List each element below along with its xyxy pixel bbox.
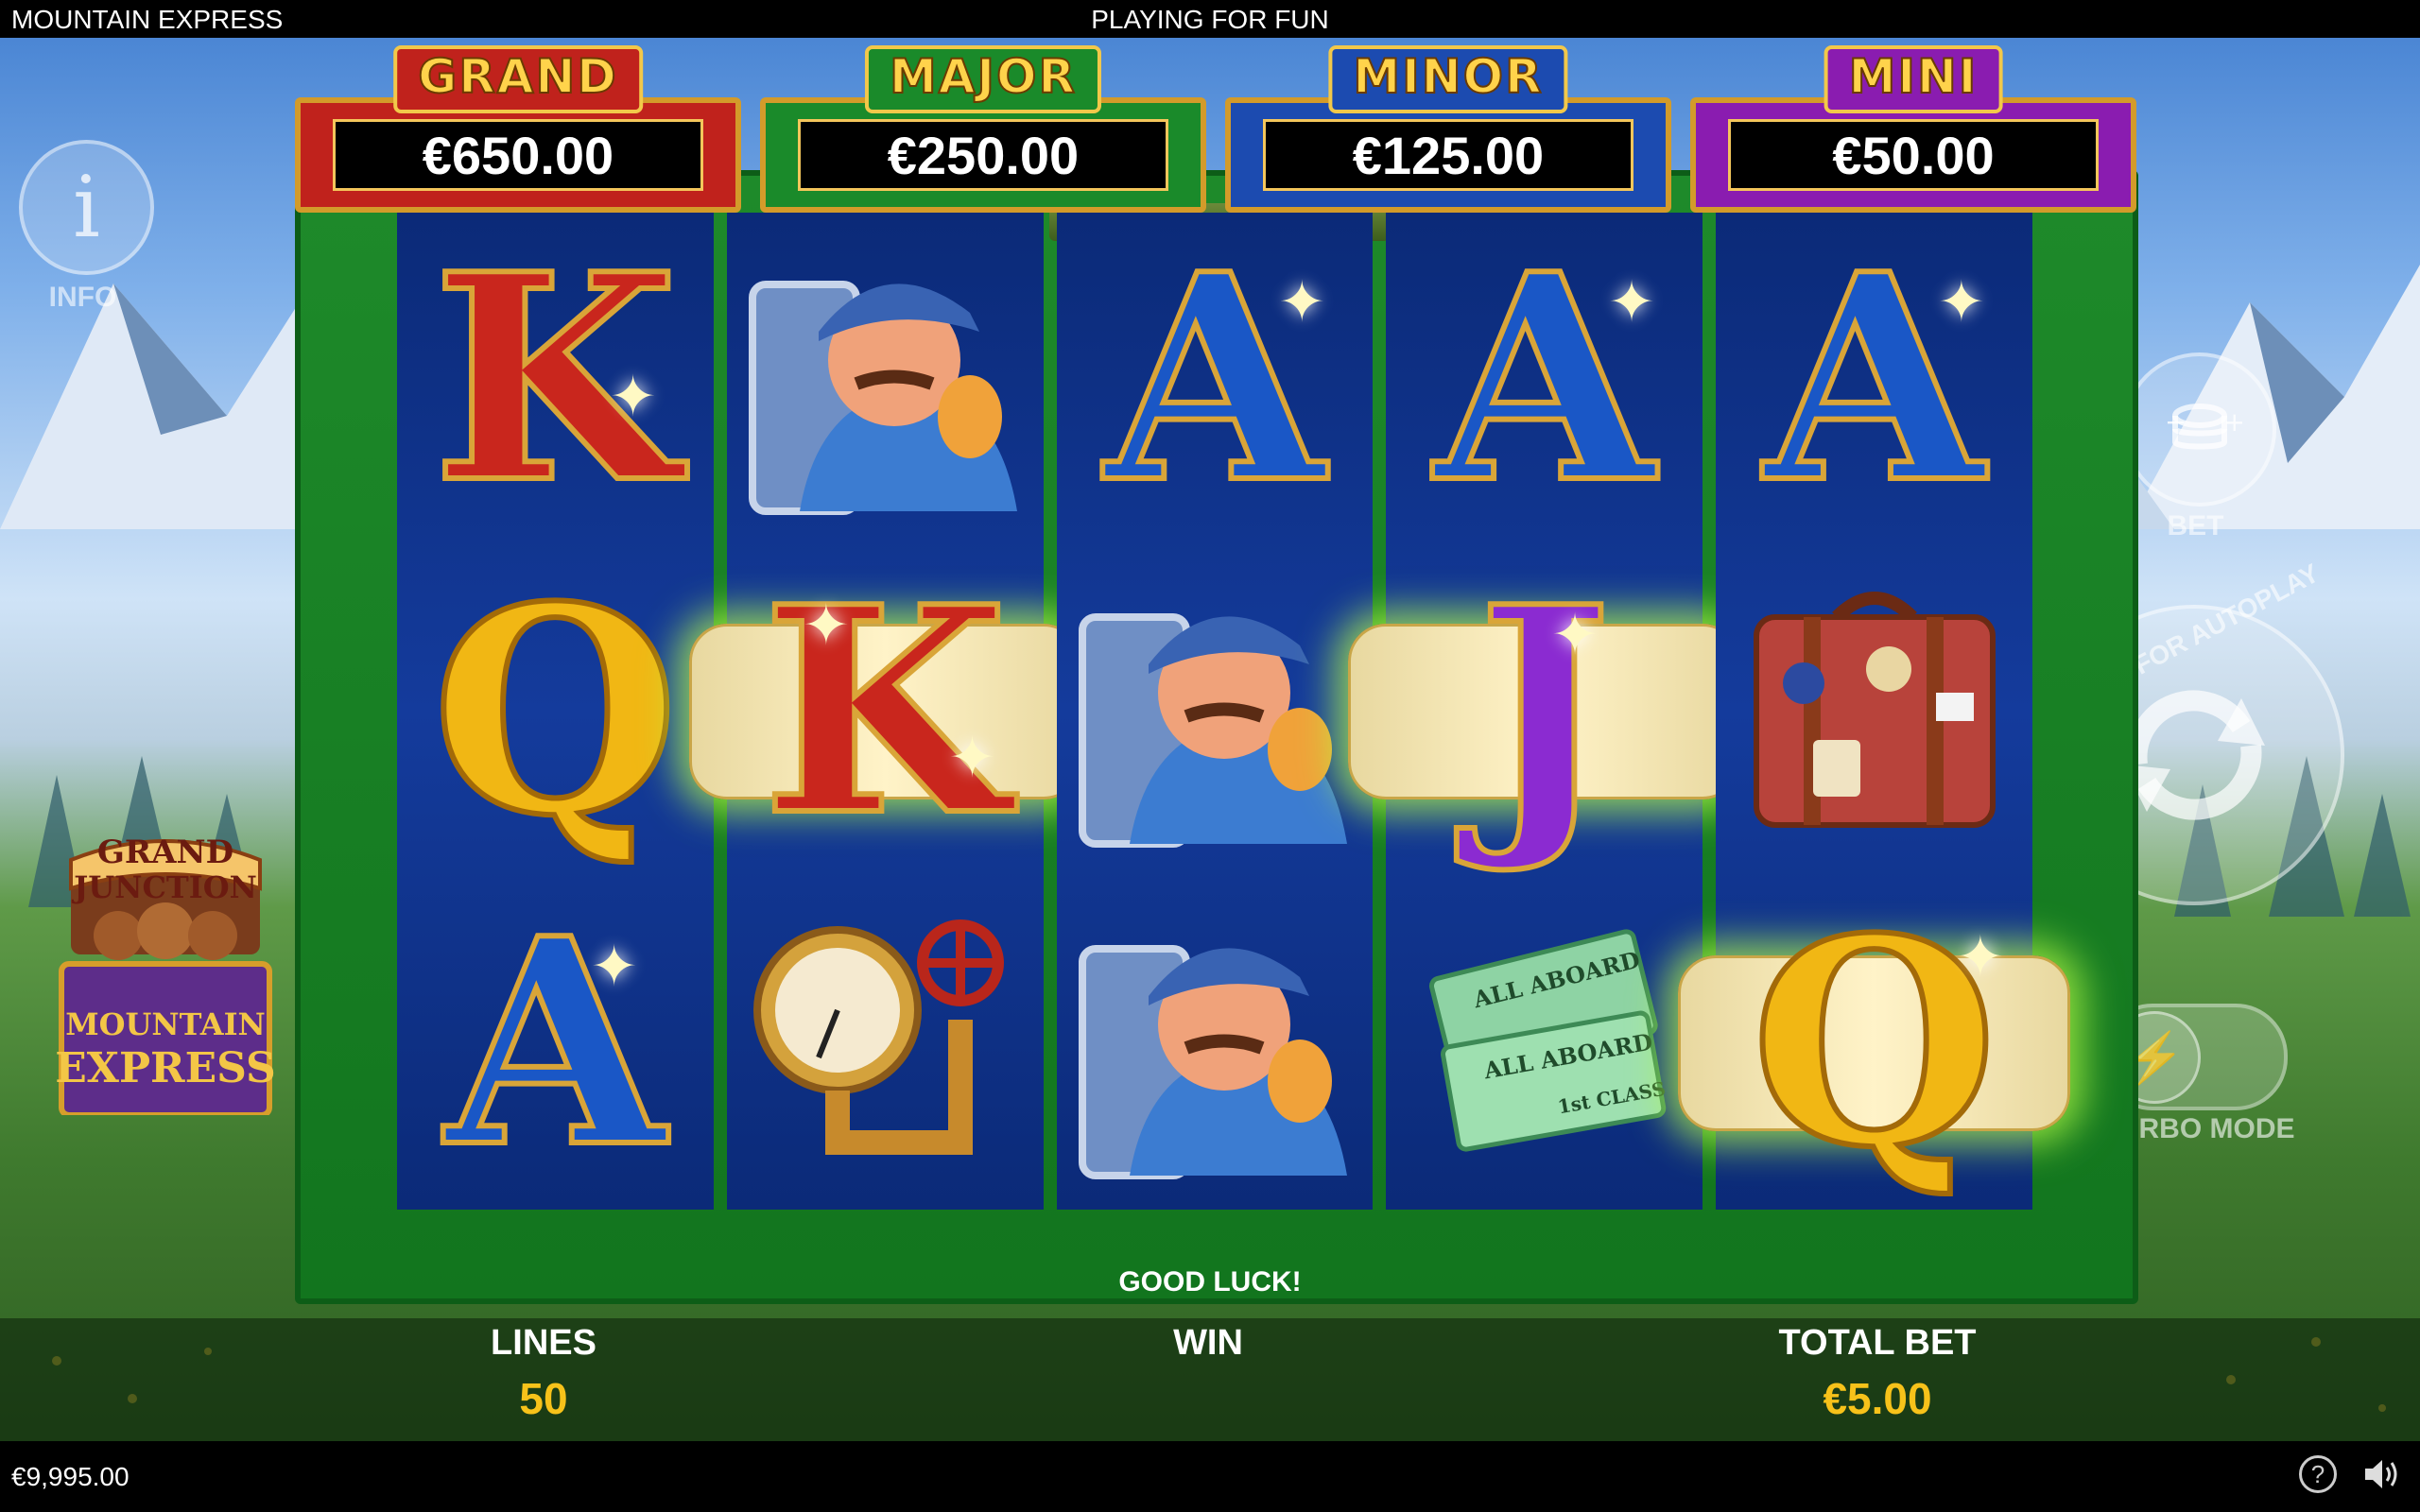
logo-line-grand: GRAND (96, 833, 234, 871)
reel-3: A ✦ (1056, 213, 1374, 1210)
jackpot-grand-box: €650.00 (295, 97, 741, 213)
symbol-engineer (727, 213, 1044, 545)
jackpot-mini: €50.00 MINI (1690, 45, 2136, 213)
jackpot-minor-label: MINOR (1328, 45, 1568, 113)
jackpot-minor: €125.00 MINOR (1225, 45, 1671, 213)
jackpot-grand: €650.00 GRAND (295, 45, 741, 213)
symbol-a: A ✦ (397, 877, 714, 1210)
sparkle-icon: ✦ (1550, 602, 1599, 666)
sparkle-icon: ✦ (590, 935, 638, 999)
sparkle-icon: ✦ (1937, 270, 1985, 334)
sparkle-icon: ✦ (609, 365, 657, 428)
sparkle-icon: ✦ (1956, 925, 2004, 989)
symbol-k-win: K ✦ ✦ (727, 545, 1044, 878)
top-bar: MOUNTAIN EXPRESS PLAYING FOR FUN (0, 0, 2420, 38)
speaker-icon[interactable] (2363, 1455, 2401, 1493)
sparkle-icon: ✦ (802, 593, 851, 657)
lines-label: LINES (491, 1323, 596, 1363)
jackpot-minor-box: €125.00 (1225, 97, 1671, 213)
win-label: WIN (1173, 1323, 1243, 1363)
tickets-icon: ALL ABOARD ALL ABOARD 1st CLASS (1428, 929, 1667, 1152)
symbol-a: A ✦ (1057, 213, 1374, 545)
sparkle-icon: ✦ (1278, 270, 1326, 334)
logo-line-express: EXPRESS (55, 1044, 276, 1092)
jackpot-major: €250.00 MAJOR (760, 45, 1206, 213)
q-symbol: Q (429, 543, 682, 878)
lines-value: 50 (519, 1374, 568, 1423)
lines-stat: LINES 50 (354, 1323, 733, 1424)
symbol-k: K ✦ (397, 213, 714, 545)
engineer-icon (1078, 612, 1347, 848)
logo-line-mountain: MOUNTAIN (65, 1006, 266, 1042)
play-mode-label: PLAYING FOR FUN (1091, 5, 1329, 34)
symbol-suitcase (1716, 545, 2032, 878)
info-button[interactable]: i (19, 140, 154, 275)
jackpot-bar: €650.00 GRAND €250.00 MAJOR €125.00 MINO… (295, 45, 2138, 213)
engineer-icon (749, 280, 1018, 515)
symbol-j-win: J ✦ (1386, 545, 1703, 878)
symbol-tickets: ALL ABOARD ALL ABOARD 1st CLASS (1386, 877, 1703, 1210)
total-bet-label: TOTAL BET (1778, 1323, 1977, 1363)
reel-area: K ✦ Q A ✦ K ✦ ✦ A ✦ A ✦ J ✦ ALL ABOARD A… (397, 213, 2032, 1210)
coins-icon: − + (2165, 403, 2242, 449)
reel-4: A ✦ J ✦ ALL ABOARD ALL ABOARD 1st CLASS (1386, 213, 1703, 1210)
symbol-a: A ✦ (1716, 213, 2032, 545)
bottom-bar: €9,995.00 ? (0, 1441, 2420, 1512)
win-stat: WIN (1019, 1323, 1397, 1364)
symbol-engineer (1057, 545, 1374, 878)
jackpot-major-box: €250.00 (760, 97, 1206, 213)
jackpot-mini-box: €50.00 (1690, 97, 2136, 213)
status-message: GOOD LUCK! (1118, 1266, 1302, 1297)
logo-line-junction: JUNCTION (74, 869, 257, 905)
info-icon: i (73, 158, 100, 257)
k-symbol: K (759, 543, 1011, 878)
sparkle-icon: ✦ (948, 725, 996, 789)
jackpot-minor-amount: €125.00 (1262, 119, 1634, 191)
svg-text:+: + (2223, 406, 2242, 438)
suitcase-icon (1753, 591, 1996, 828)
question-icon[interactable]: ? (2299, 1455, 2337, 1493)
reel-1: K ✦ Q A ✦ (397, 213, 714, 1210)
symbol-q-win: Q ✦ (1716, 877, 2032, 1210)
jackpot-grand-amount: €650.00 (332, 119, 704, 191)
pressure-gauge-icon (753, 919, 1005, 1156)
total-bet-value: €5.00 (1823, 1374, 1932, 1423)
svg-text:−: − (2165, 406, 2187, 438)
symbol-a: A ✦ (1386, 213, 1703, 545)
info-label: INFO (48, 282, 117, 313)
jackpot-mini-label: MINI (1824, 45, 2003, 113)
jackpot-major-amount: €250.00 (797, 119, 1169, 191)
jackpot-mini-amount: €50.00 (1727, 119, 2100, 191)
reel-5: A ✦ Q ✦ (1716, 213, 2032, 1210)
jackpot-grand-label: GRAND (393, 45, 643, 113)
total-bet-stat: TOTAL BET €5.00 (1688, 1323, 2066, 1424)
bet-button[interactable]: − + (2122, 352, 2276, 507)
game-logo: GRAND JUNCTION MOUNTAIN EXPRESS (52, 822, 279, 1118)
balance: €9,995.00 (11, 1462, 130, 1491)
bet-label: BET (2167, 510, 2224, 541)
symbol-q: Q (397, 545, 714, 878)
engineer-icon (1078, 945, 1347, 1180)
jackpot-major-label: MAJOR (864, 45, 1102, 113)
symbol-engineer (1057, 877, 1374, 1210)
symbol-pressure-gauge (727, 877, 1044, 1210)
sparkle-icon: ✦ (1607, 270, 1656, 334)
reel-2: K ✦ ✦ (726, 213, 1044, 1210)
